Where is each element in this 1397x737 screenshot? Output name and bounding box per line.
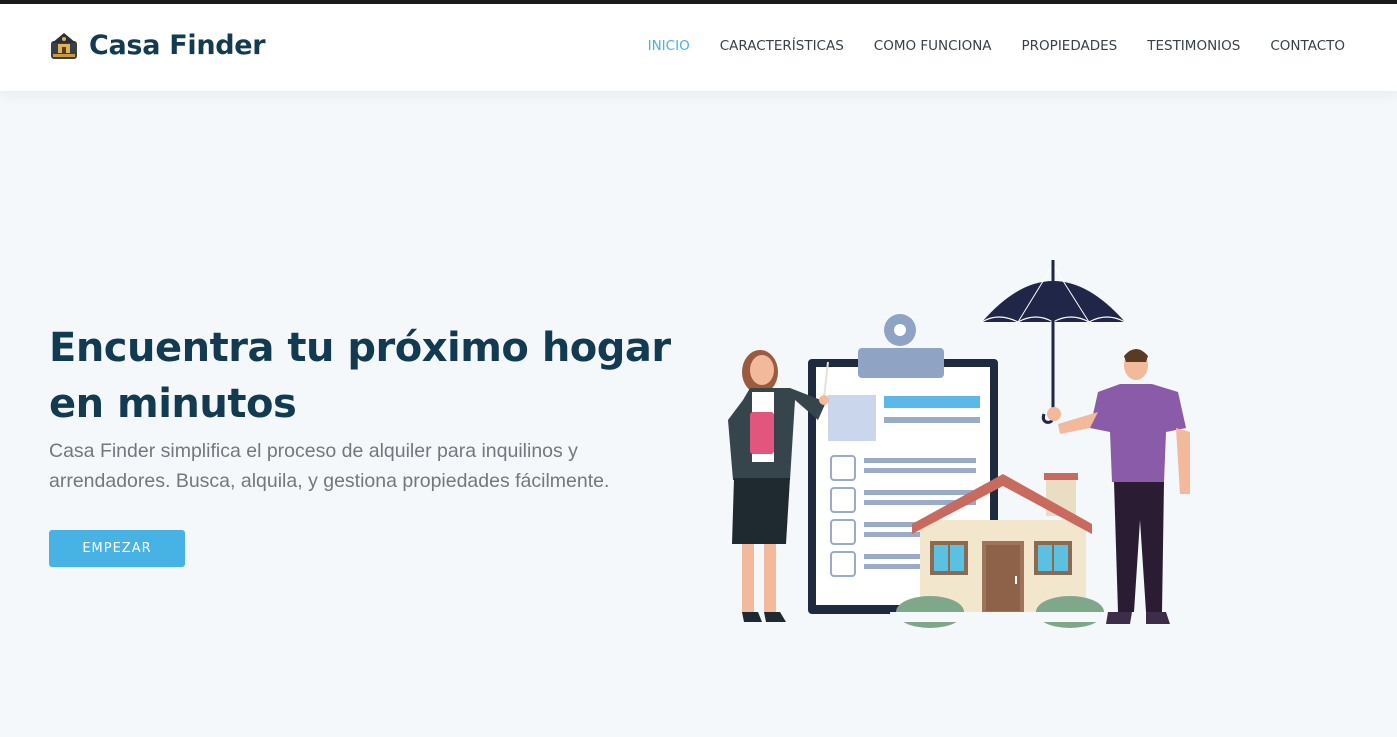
brand-logo[interactable]: Casa Finder [49,30,266,61]
main-nav: INICIO CARACTERÍSTICAS COMO FUNCIONA PRO… [618,38,1345,54]
nav-item-contacto[interactable]: CONTACTO [1270,38,1345,54]
site-header: Casa Finder INICIO CARACTERÍSTICAS COMO … [0,4,1397,91]
nav-item-caracteristicas[interactable]: CARACTERÍSTICAS [720,38,844,54]
rental-house-illustration-icon [728,260,1190,628]
nav-item-propiedades[interactable]: PROPIEDADES [1022,38,1118,54]
hero-title: Encuentra tu próximo hogar en minutos [49,325,671,427]
nav-item-inicio[interactable]: INICIO [648,38,690,54]
hero-subtitle: Casa Finder simplifica el proceso de alq… [49,440,610,492]
nav-item-como-funciona[interactable]: COMO FUNCIONA [874,38,992,54]
nav-item-testimonios[interactable]: TESTIMONIOS [1147,38,1240,54]
house-badge-icon [51,32,77,59]
brand-name: Casa Finder [89,30,266,61]
empezar-button[interactable]: EMPEZAR [49,530,185,567]
